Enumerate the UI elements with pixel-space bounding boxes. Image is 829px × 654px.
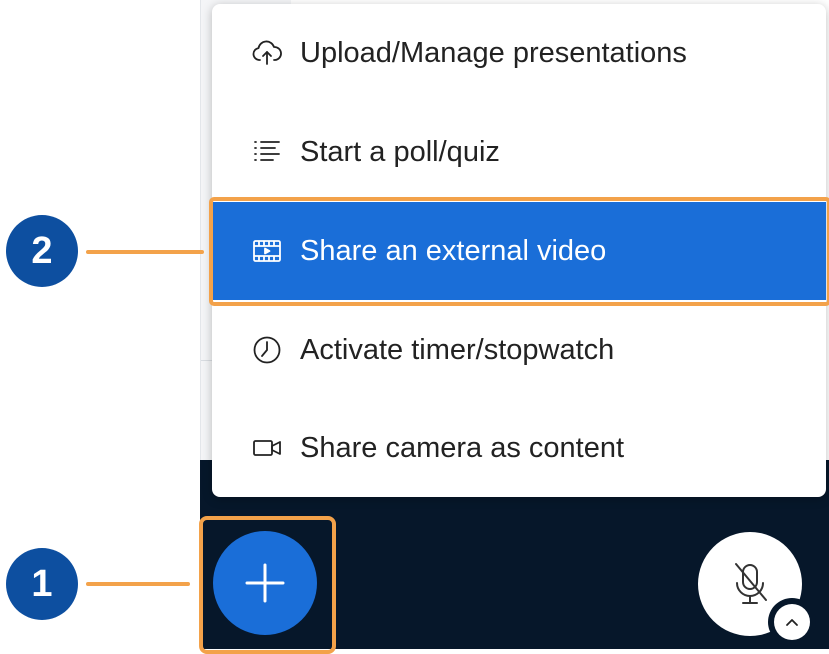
callout-leader-1 <box>86 582 190 586</box>
menu-item-label: Upload/Manage presentations <box>300 36 687 69</box>
highlight-share-video <box>209 197 829 306</box>
highlight-actions-button <box>199 516 336 654</box>
audio-options-button[interactable] <box>768 598 816 646</box>
menu-item-label: Start a poll/quiz <box>300 135 500 168</box>
cloud-upload-icon <box>250 36 284 70</box>
callout-badge-1: 1 <box>6 548 78 620</box>
menu-item-label: Share camera as content <box>300 431 625 464</box>
menu-item-label: Activate timer/stopwatch <box>300 333 615 366</box>
callout-badge-2: 2 <box>6 215 78 287</box>
menu-item-activate-timer[interactable]: Activate timer/stopwatch <box>212 301 826 399</box>
menu-item-upload-presentations[interactable]: Upload/Manage presentations <box>212 4 826 102</box>
list-icon <box>250 135 284 169</box>
callout-leader-2 <box>86 250 204 254</box>
chevron-up-icon <box>786 619 798 626</box>
menu-item-start-poll[interactable]: Start a poll/quiz <box>212 103 826 201</box>
microphone-muted-icon <box>735 563 767 604</box>
clock-icon <box>250 333 284 367</box>
menu-item-share-camera[interactable]: Share camera as content <box>212 399 826 497</box>
video-camera-icon <box>250 431 284 465</box>
